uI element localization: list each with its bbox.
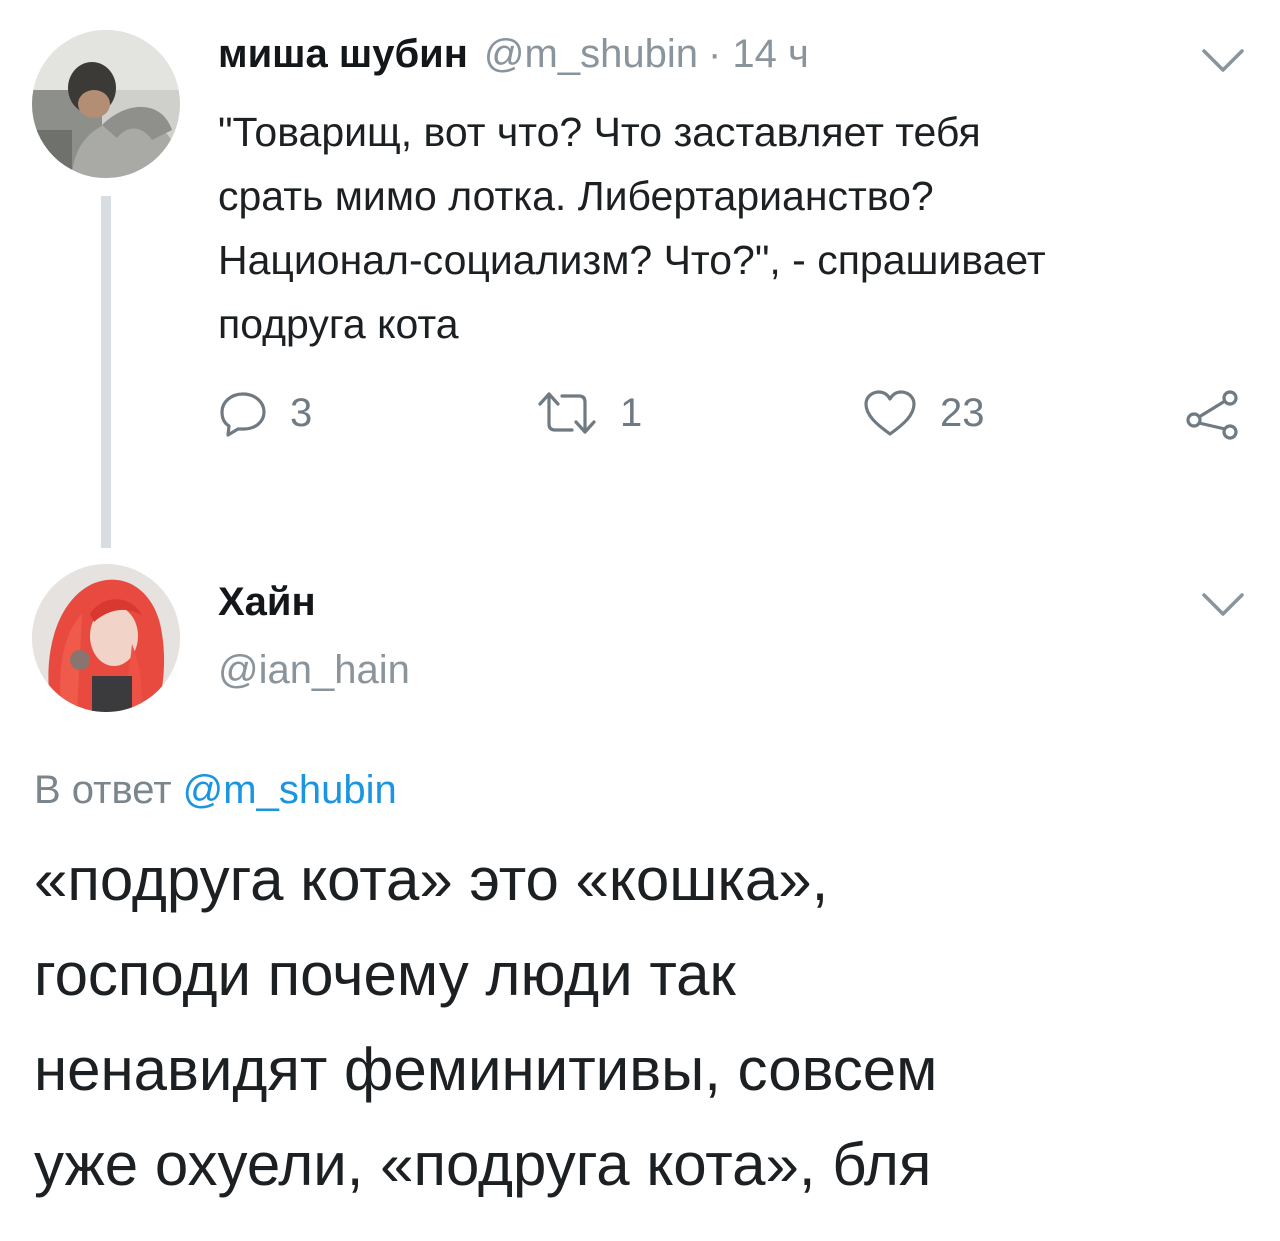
tweet-text-line: ненавидят феминитивы, совсем	[34, 1036, 938, 1103]
reply-prefix: В ответ	[34, 768, 172, 812]
retweet-button[interactable]: 1	[536, 388, 642, 438]
tweet-text-line: господи почему люди так	[34, 941, 736, 1008]
tweet-text-line: уже охуели, «подруга кота», бля	[34, 1131, 932, 1198]
tweet-time[interactable]: · 14 ч	[708, 32, 809, 77]
author-handle-row: @ian_hain	[218, 648, 410, 693]
chevron-down-icon[interactable]	[1200, 46, 1246, 76]
author-handle[interactable]: @m_shubin	[484, 32, 698, 77]
heart-icon	[864, 390, 916, 436]
thread-line	[101, 196, 111, 548]
reply-button[interactable]: 3	[218, 388, 312, 438]
avatar[interactable]	[32, 564, 180, 712]
retweet-icon	[538, 392, 596, 434]
share-button[interactable]	[1184, 388, 1242, 442]
reply-icon	[220, 392, 266, 437]
author-name[interactable]: миша шубин	[218, 32, 468, 77]
tweet-text-line: Национал-социализм? Что?", - спрашивает	[218, 237, 1046, 283]
like-count: 23	[940, 390, 985, 435]
tweet-text: "Товарищ, вот что? Что заставляет тебя с…	[218, 100, 1258, 356]
tweet-text-line: "Товарищ, вот что? Что заставляет тебя	[218, 109, 981, 155]
tweet-text-line: подруга кота	[218, 301, 459, 347]
tweet-text: «подруга кота» это «кошка», господи поче…	[34, 832, 1254, 1212]
share-icon	[1186, 390, 1238, 440]
tweet-text-line: «подруга кота» это «кошка»,	[34, 846, 829, 913]
avatar[interactable]	[32, 30, 180, 178]
reply-context: В ответ @m_shubin	[34, 768, 397, 813]
like-button[interactable]: 23	[862, 388, 985, 438]
retweet-count: 1	[620, 390, 643, 435]
reply-count: 3	[290, 390, 313, 435]
author-name[interactable]: Хайн	[218, 580, 316, 625]
tweet-header: миша шубин @m_shubin · 14 ч	[218, 32, 809, 77]
author-handle[interactable]: @ian_hain	[218, 648, 410, 693]
reply-mention-link[interactable]: @m_shubin	[183, 768, 397, 812]
tweet-header: Хайн	[218, 580, 316, 625]
chevron-down-icon[interactable]	[1200, 590, 1246, 620]
tweet-text-line: срать мимо лотка. Либертарианство?	[218, 173, 934, 219]
